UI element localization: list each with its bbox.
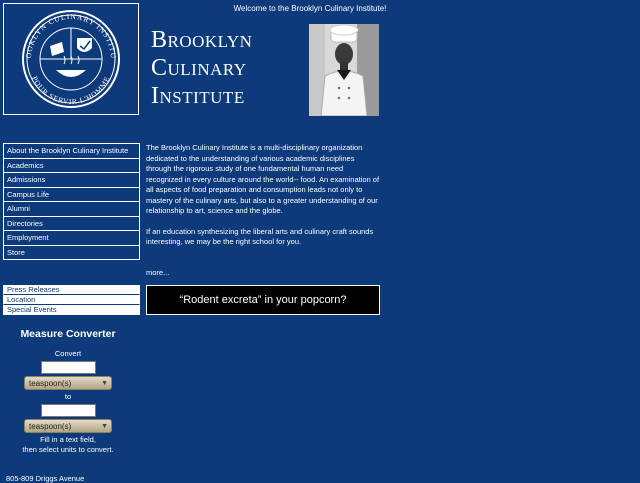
to-unit-select[interactable]: teaspoon(s) ▼ — [24, 419, 112, 433]
converter-help-line-1: Fill in a text field, — [40, 435, 96, 444]
nav-item-alumni[interactable]: Alumni — [3, 202, 140, 217]
from-unit-value: teaspoon(s) — [29, 379, 72, 388]
converter-help: Fill in a text field, then select units … — [3, 435, 133, 455]
chevron-down-icon: ▼ — [101, 380, 108, 387]
converter-title: Measure Converter — [20, 328, 116, 340]
from-amount-input[interactable] — [40, 361, 96, 374]
intro-text: The Brooklyn Culinary Institute is a mul… — [146, 143, 380, 258]
brand-line-3: Institute — [151, 83, 245, 109]
chef-photo — [309, 24, 379, 117]
to-unit-value: teaspoon(s) — [29, 422, 72, 431]
welcome-message: Welcome to the Brooklyn Culinary Institu… — [233, 4, 387, 13]
from-unit-select[interactable]: teaspoon(s) ▼ — [24, 376, 112, 390]
nav-item-store[interactable]: Store — [3, 245, 140, 260]
promo-banner[interactable]: “Rodent excreta” in your popcorn? — [146, 285, 380, 315]
to-label: to — [64, 392, 72, 401]
institute-seal-icon: BROOKLYN CULINARY INSTITUTE POUR SERVIR … — [4, 4, 120, 108]
nav-item-admissions[interactable]: Admissions — [3, 173, 140, 188]
chevron-down-icon: ▼ — [101, 423, 108, 430]
brand-line-2: Culinary — [151, 55, 247, 81]
to-amount-input[interactable] — [40, 404, 96, 417]
address-text: 805-809 Driggs Avenue — [6, 474, 85, 483]
sub-nav-location[interactable]: Location — [3, 295, 140, 305]
intro-paragraph-2: If an education synthesizing the liberal… — [146, 226, 374, 247]
secondary-navigation: Press Releases Location Special Events — [3, 285, 140, 315]
convert-label: Convert — [54, 349, 82, 358]
sub-nav-special-events[interactable]: Special Events — [3, 305, 140, 315]
intro-paragraph-1: The Brooklyn Culinary Institute is a mul… — [146, 143, 380, 215]
more-link[interactable]: more... — [146, 268, 169, 277]
brand-line-1: Brooklyn — [151, 27, 253, 53]
nav-item-academics[interactable]: Academics — [3, 158, 140, 173]
nav-item-about[interactable]: About the Brooklyn Culinary Institute — [3, 144, 140, 159]
sub-nav-press-releases[interactable]: Press Releases — [3, 285, 140, 295]
nav-item-directories[interactable]: Directories — [3, 216, 140, 231]
brand-wordmark[interactable]: Brooklyn Culinary Institute — [151, 26, 252, 110]
main-navigation: About the Brooklyn Culinary Institute Ac… — [3, 143, 140, 260]
nav-item-employment[interactable]: Employment — [3, 231, 140, 246]
converter-help-line-2: then select units to convert. — [22, 445, 114, 454]
measure-converter: Measure Converter Convert teaspoon(s) ▼ … — [3, 328, 133, 455]
seal-logo-box[interactable]: BROOKLYN CULINARY INSTITUTE POUR SERVIR … — [3, 3, 139, 115]
nav-item-campus-life[interactable]: Campus Life — [3, 187, 140, 202]
